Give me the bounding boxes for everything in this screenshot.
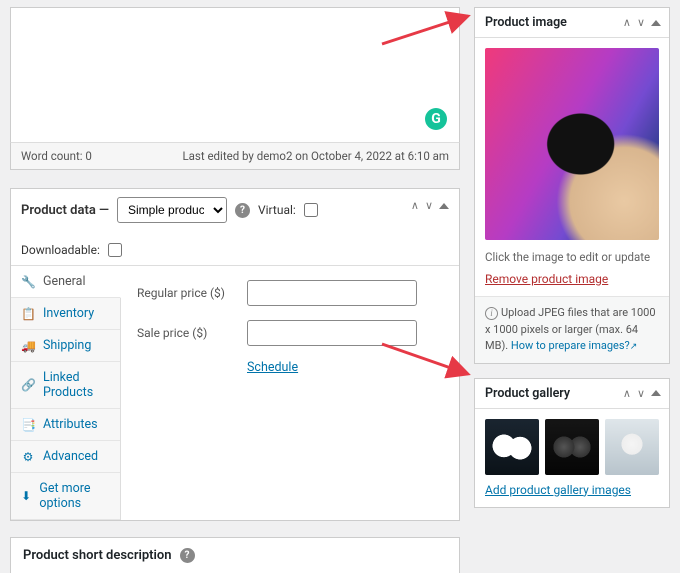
tab-general[interactable]: 🔧 General <box>11 266 121 298</box>
link-icon: 🔗 <box>21 378 35 392</box>
grammarly-icon[interactable]: G <box>425 108 447 130</box>
tab-label: Shipping <box>43 338 91 353</box>
short-description-title: Product short description <box>23 548 172 563</box>
chevron-up-icon[interactable]: ∧ <box>623 16 631 29</box>
downloadable-label: Downloadable: <box>21 243 100 257</box>
chevron-down-icon[interactable]: ∨ <box>425 199 433 212</box>
tab-attributes[interactable]: 📑 Attributes <box>11 409 120 441</box>
tab-label: Advanced <box>43 449 98 464</box>
product-image-preview[interactable] <box>485 48 659 240</box>
virtual-label: Virtual: <box>258 203 296 217</box>
truck-icon: 🚚 <box>21 339 35 353</box>
product-data-fields: Regular price ($) Sale price ($) Schedul… <box>121 266 459 520</box>
tab-inventory[interactable]: 📋 Inventory <box>11 298 120 330</box>
product-gallery-panel: Product gallery ∧ ∨ Add product gallery … <box>474 378 670 508</box>
product-image-title: Product image <box>485 15 567 30</box>
toggle-panel-icon[interactable] <box>651 390 661 396</box>
tab-label: General <box>43 274 86 289</box>
product-data-tabs: 🔧 General 📋 Inventory 🚚 Shipping 🔗 Linke… <box>11 266 121 520</box>
product-data-panel: Product data — Simple product ? Virtual:… <box>10 188 460 521</box>
gallery-thumb[interactable] <box>485 419 539 475</box>
tab-linked-products[interactable]: 🔗 Linked Products <box>11 362 120 409</box>
wrench-icon: 🔧 <box>21 275 35 289</box>
tab-advanced[interactable]: ⚙ Advanced <box>11 441 120 473</box>
product-gallery-title: Product gallery <box>485 386 570 401</box>
tab-label: Linked Products <box>43 370 110 400</box>
last-edited: Last edited by demo2 on October 4, 2022 … <box>182 149 449 163</box>
schedule-link[interactable]: Schedule <box>247 360 443 375</box>
chevron-up-icon[interactable]: ∧ <box>623 387 631 400</box>
tab-shipping[interactable]: 🚚 Shipping <box>11 330 120 362</box>
regular-price-label: Regular price ($) <box>137 286 237 300</box>
help-icon[interactable]: ? <box>180 548 195 563</box>
chevron-down-icon[interactable]: ∨ <box>637 16 645 29</box>
word-count: Word count: 0 <box>21 149 92 163</box>
editor-content-area[interactable]: G <box>10 7 460 142</box>
gear-icon: ⚙ <box>21 450 35 464</box>
gallery-thumb[interactable] <box>605 419 659 475</box>
gallery-thumbnails <box>485 419 659 475</box>
product-image-panel: Product image ∧ ∨ Click the image to edi… <box>474 7 670 364</box>
downloadable-checkbox[interactable] <box>108 243 122 257</box>
remove-product-image-link[interactable]: Remove product image <box>485 272 659 286</box>
gallery-thumb[interactable] <box>545 419 599 475</box>
toggle-panel-icon[interactable] <box>651 20 661 26</box>
upload-hint: iUpload JPEG files that are 1000 x 1000 … <box>475 296 669 363</box>
chevron-down-icon[interactable]: ∨ <box>637 387 645 400</box>
list-icon: 📑 <box>21 418 35 432</box>
regular-price-input[interactable] <box>247 280 417 306</box>
external-link-icon: ↗ <box>630 342 638 352</box>
chevron-up-icon[interactable]: ∧ <box>411 199 419 212</box>
product-data-header: Product data — Simple product ? Virtual:… <box>11 189 459 266</box>
product-image-hint: Click the image to edit or update <box>485 250 659 264</box>
help-icon[interactable]: ? <box>235 203 250 218</box>
product-type-select[interactable]: Simple product <box>117 197 227 223</box>
tab-label: Attributes <box>43 417 98 432</box>
sale-price-input[interactable] <box>247 320 417 346</box>
add-gallery-images-link[interactable]: Add product gallery images <box>485 483 659 497</box>
product-data-title: Product data — <box>21 203 109 218</box>
tab-label: Inventory <box>43 306 94 321</box>
editor-status-bar: Word count: 0 Last edited by demo2 on Oc… <box>10 142 460 170</box>
short-description-panel-header: Product short description ? <box>10 537 460 573</box>
tab-label: Get more options <box>39 481 110 511</box>
virtual-checkbox[interactable] <box>304 203 318 217</box>
tab-get-more[interactable]: ⬇ Get more options <box>11 473 120 520</box>
toggle-panel-icon[interactable] <box>439 203 449 209</box>
clipboard-icon: 📋 <box>21 307 35 321</box>
download-icon: ⬇ <box>21 489 31 503</box>
sale-price-label: Sale price ($) <box>137 326 237 340</box>
prepare-images-link[interactable]: How to prepare images?↗ <box>511 339 637 352</box>
info-icon: i <box>485 307 498 320</box>
